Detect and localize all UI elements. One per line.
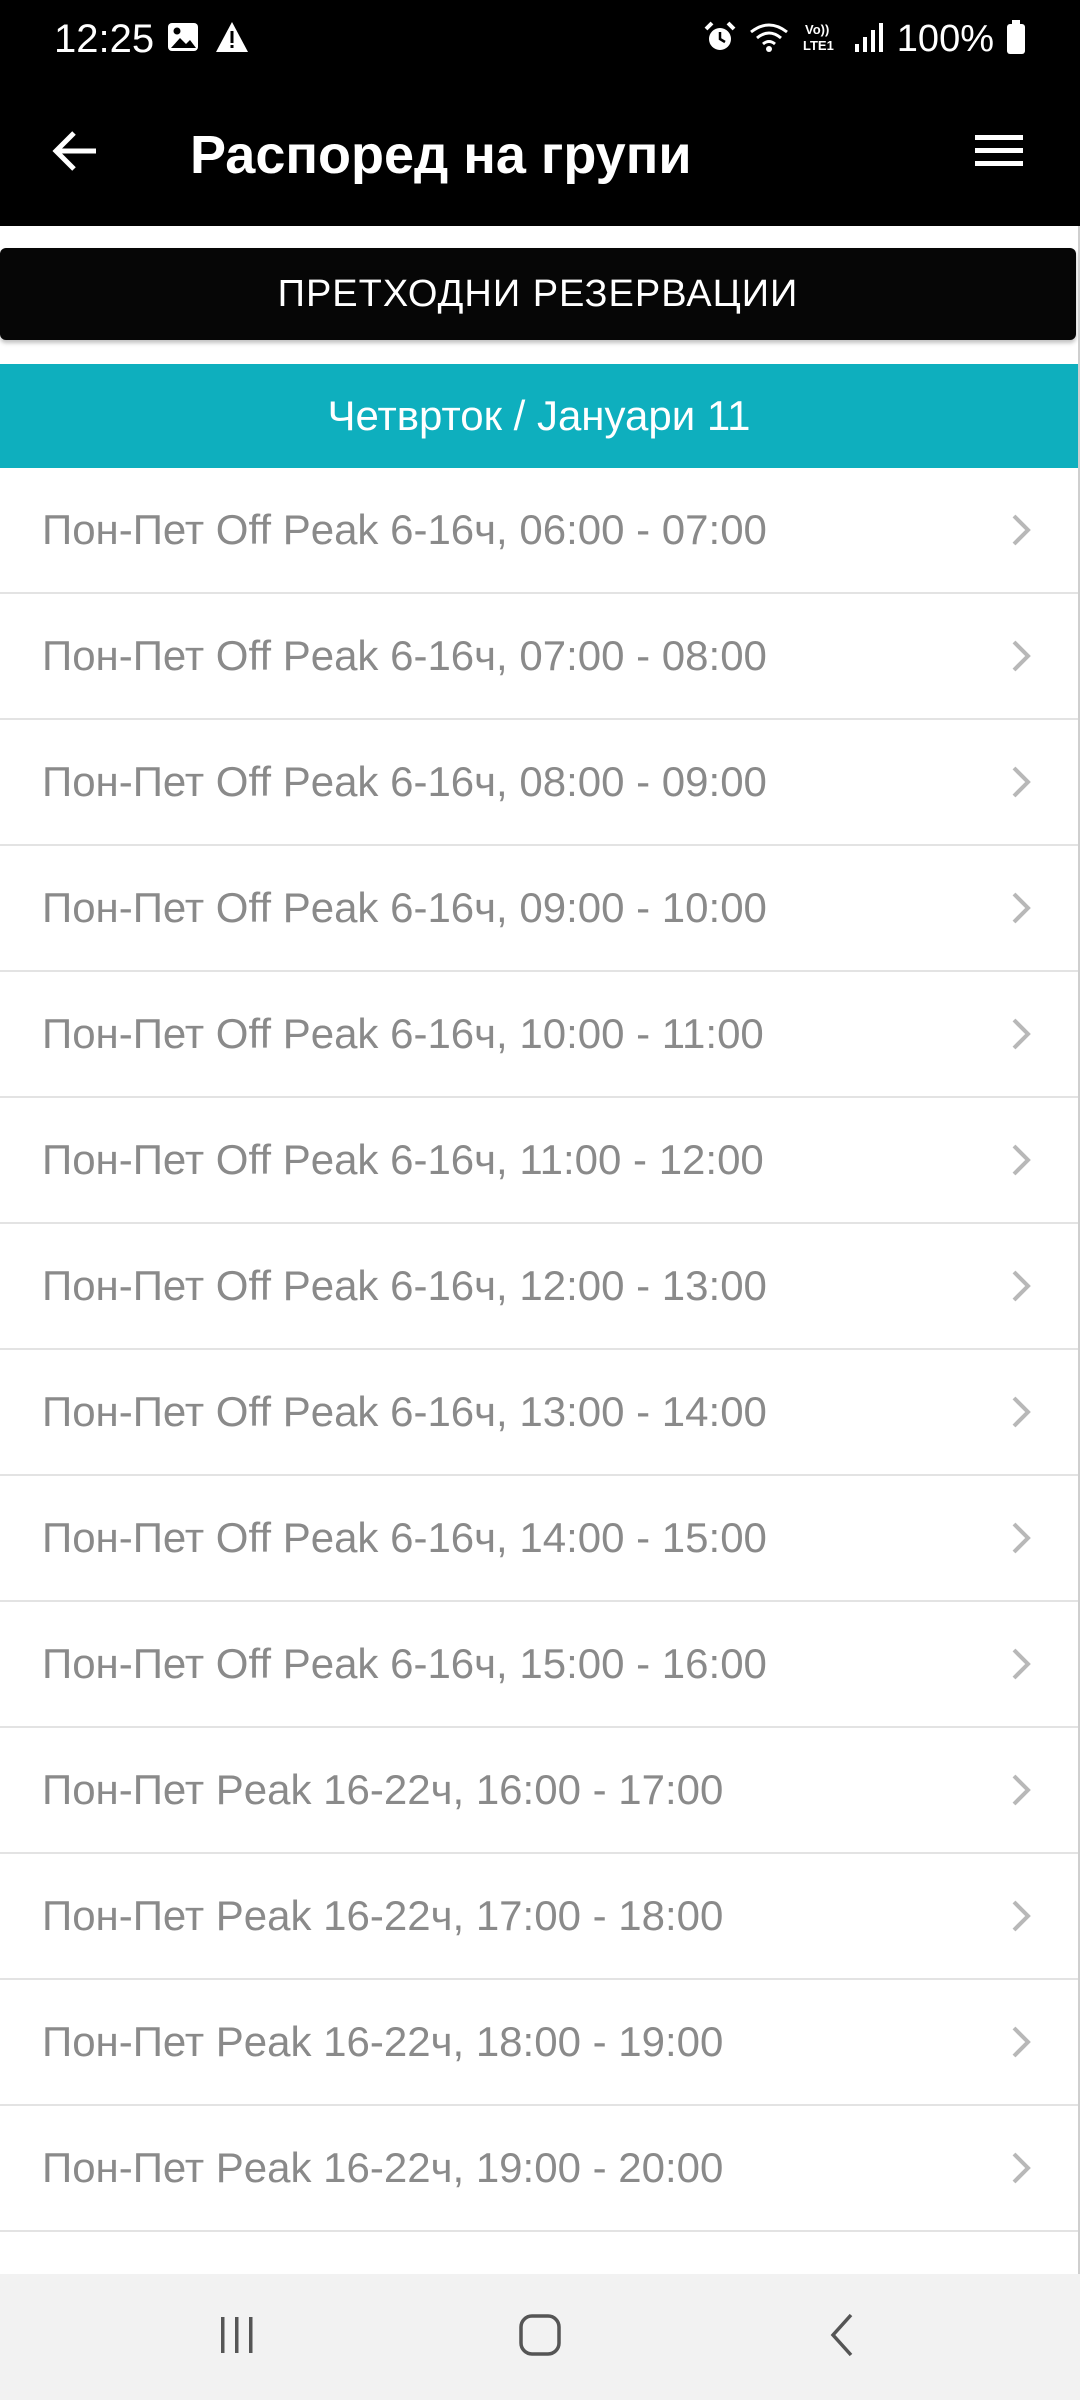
- alarm-icon: [703, 20, 737, 59]
- status-time: 12:25: [54, 17, 155, 61]
- app-bar: Распоред на групи: [0, 80, 1080, 226]
- chevron-right-icon: [1002, 764, 1038, 800]
- schedule-item-label: Пон-Пет Off Peak 6-16ч, 07:00 - 08:00: [42, 632, 767, 679]
- chevron-right-icon: [1002, 1520, 1038, 1556]
- schedule-item-label: Пон-Пет Peak 16-22ч, 18:00 - 19:00: [42, 2018, 724, 2065]
- schedule-item[interactable]: Пон-Пет Peak 16-22ч, 18:00 - 19:00: [0, 1980, 1078, 2106]
- warning-icon: [214, 20, 250, 59]
- schedule-item[interactable]: Пон-Пет Off Peak 6-16ч, 06:00 - 07:00: [0, 468, 1078, 594]
- svg-text:LTE1: LTE1: [803, 38, 834, 53]
- schedule-item[interactable]: Пон-Пет Off Peak 6-16ч, 10:00 - 11:00: [0, 972, 1078, 1098]
- schedule-item[interactable]: Пон-Пет Off Peak 6-16ч, 15:00 - 16:00: [0, 1602, 1078, 1728]
- schedule-item-label: Пон-Пет Off Peak 6-16ч, 15:00 - 16:00: [42, 1640, 767, 1687]
- schedule-item-label: Пон-Пет Off Peak 6-16ч, 10:00 - 11:00: [42, 1010, 764, 1057]
- content: ПРЕТХОДНИ РЕЗЕРВАЦИИ Четврток / Јануари …: [0, 226, 1078, 2274]
- svg-text:Vo)): Vo)): [805, 22, 829, 37]
- schedule-item-label: Пон-Пет Peak 16-22ч, 19:00 - 20:00: [42, 2144, 724, 2191]
- schedule-item[interactable]: Пон-Пет Off Peak 6-16ч, 11:00 - 12:00: [0, 1098, 1078, 1224]
- chevron-right-icon: [1002, 1898, 1038, 1934]
- system-nav-bar: [0, 2274, 1080, 2400]
- arrow-left-icon: [50, 129, 100, 178]
- schedule-item-label: Пон-Пет Off Peak 6-16ч, 12:00 - 13:00: [42, 1262, 767, 1309]
- schedule-item[interactable]: Пон-Пет Peak 16-22ч, 17:00 - 18:00: [0, 1854, 1078, 1980]
- battery-icon: [1006, 19, 1026, 60]
- signal-icon: [853, 20, 885, 59]
- schedule-item-label: Пон-Пет Off Peak 6-16ч, 11:00 - 12:00: [42, 1136, 764, 1183]
- volte-icon: Vo)) LTE1: [801, 20, 841, 59]
- back-button[interactable]: [40, 118, 110, 188]
- wifi-calling-icon: [749, 20, 789, 59]
- schedule-list: Пон-Пет Off Peak 6-16ч, 06:00 - 07:00 Пон…: [0, 468, 1078, 2232]
- status-left-icons: [166, 20, 250, 59]
- schedule-item-label: Пон-Пет Peak 16-22ч, 17:00 - 18:00: [42, 1892, 724, 1939]
- schedule-item[interactable]: Пон-Пет Off Peak 6-16ч, 08:00 - 09:00: [0, 720, 1078, 846]
- schedule-item-label: Пон-Пет Off Peak 6-16ч, 08:00 - 09:00: [42, 758, 767, 805]
- nav-back-button[interactable]: [798, 2302, 888, 2372]
- home-button[interactable]: [495, 2302, 585, 2372]
- recents-icon: [215, 2313, 259, 2362]
- hamburger-menu-icon: [973, 131, 1025, 176]
- schedule-item[interactable]: Пон-Пет Off Peak 6-16ч, 07:00 - 08:00: [0, 594, 1078, 720]
- page-title: Распоред на групи: [190, 125, 692, 185]
- battery-percent: 100%: [896, 18, 994, 60]
- back-chevron-icon: [823, 2311, 863, 2364]
- status-bar: 12:25 Vo)) LTE1 100%: [0, 0, 1080, 80]
- recents-button[interactable]: [192, 2302, 282, 2372]
- date-header: Четврток / Јануари 11: [0, 364, 1078, 468]
- chevron-right-icon: [1002, 512, 1038, 548]
- chevron-right-icon: [1002, 2150, 1038, 2186]
- home-icon: [516, 2311, 564, 2364]
- chevron-right-icon: [1002, 1772, 1038, 1808]
- schedule-item[interactable]: Пон-Пет Off Peak 6-16ч, 09:00 - 10:00: [0, 846, 1078, 972]
- schedule-item[interactable]: Пон-Пет Off Peak 6-16ч, 12:00 - 13:00: [0, 1224, 1078, 1350]
- previous-reservations-button[interactable]: ПРЕТХОДНИ РЕЗЕРВАЦИИ: [0, 248, 1076, 340]
- chevron-right-icon: [1002, 2024, 1038, 2060]
- top-bar: 12:25 Vo)) LTE1 100% Распоред на групи: [0, 0, 1080, 226]
- chevron-right-icon: [1002, 1394, 1038, 1430]
- menu-button[interactable]: [966, 120, 1032, 186]
- schedule-item[interactable]: Пон-Пет Off Peak 6-16ч, 14:00 - 15:00: [0, 1476, 1078, 1602]
- chevron-right-icon: [1002, 1016, 1038, 1052]
- schedule-item-label: Пон-Пет Off Peak 6-16ч, 14:00 - 15:00: [42, 1514, 767, 1561]
- screen: 12:25 Vo)) LTE1 100% Распоред на групи П…: [0, 0, 1080, 2400]
- schedule-item[interactable]: Пон-Пет Peak 16-22ч, 16:00 - 17:00: [0, 1728, 1078, 1854]
- schedule-item[interactable]: Пон-Пет Off Peak 6-16ч, 13:00 - 14:00: [0, 1350, 1078, 1476]
- schedule-item-label: Пон-Пет Off Peak 6-16ч, 06:00 - 07:00: [42, 506, 767, 553]
- schedule-item-label: Пон-Пет Off Peak 6-16ч, 13:00 - 14:00: [42, 1388, 767, 1435]
- schedule-item[interactable]: Пон-Пет Peak 16-22ч, 19:00 - 20:00: [0, 2106, 1078, 2232]
- schedule-item-label: Пон-Пет Off Peak 6-16ч, 09:00 - 10:00: [42, 884, 767, 931]
- status-right: Vo)) LTE1 100%: [703, 14, 1026, 64]
- chevron-right-icon: [1002, 1268, 1038, 1304]
- chevron-right-icon: [1002, 638, 1038, 674]
- chevron-right-icon: [1002, 1142, 1038, 1178]
- image-icon: [166, 20, 200, 59]
- chevron-right-icon: [1002, 890, 1038, 926]
- schedule-item-label: Пон-Пет Peak 16-22ч, 16:00 - 17:00: [42, 1766, 724, 1813]
- chevron-right-icon: [1002, 1646, 1038, 1682]
